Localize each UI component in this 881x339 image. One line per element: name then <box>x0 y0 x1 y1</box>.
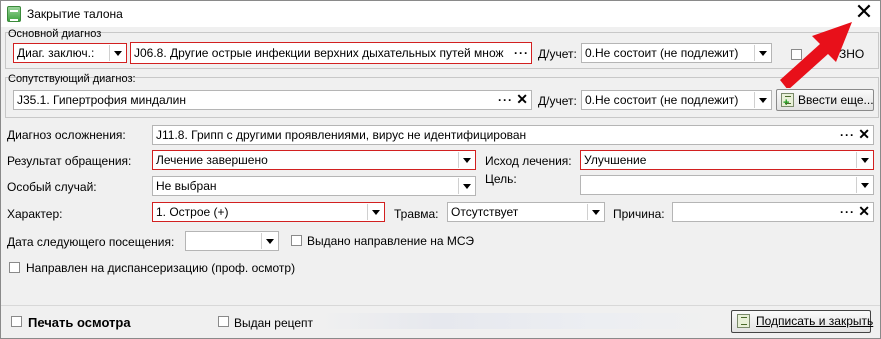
prescription-checkbox[interactable] <box>218 316 229 327</box>
close-icon: ✕ <box>854 0 874 24</box>
chevron-down-icon[interactable] <box>109 45 125 61</box>
reason-field[interactable]: ··· ✕ <box>672 202 874 222</box>
outcome-select[interactable]: Улучшение <box>580 150 874 170</box>
chevron-down-icon[interactable] <box>754 92 770 108</box>
dialog-window: Закрытие талона ✕ Основной диагноз Диаг.… <box>0 0 881 339</box>
registration-label: Д/учет: <box>538 47 577 61</box>
next-visit-date-select[interactable] <box>185 231 279 251</box>
clear-icon[interactable]: ✕ <box>858 126 870 143</box>
mse-referral-checkbox[interactable] <box>291 235 302 246</box>
diagnosis-type-select[interactable]: Диаг. заключ.: <box>13 43 127 63</box>
character-label: Характер: <box>7 207 63 221</box>
character-select[interactable]: 1. Острое (+) <box>152 202 385 222</box>
prescription-label: Выдан рецепт <box>234 316 314 330</box>
chevron-down-icon[interactable] <box>587 204 603 220</box>
lookup-dots-icon[interactable]: ··· <box>840 126 855 144</box>
goal-select[interactable] <box>580 175 874 195</box>
chevron-down-icon[interactable] <box>754 45 770 61</box>
complication-label: Диагноз осложнения: <box>7 128 126 142</box>
special-case-select[interactable]: Не выбран <box>152 176 476 196</box>
chevron-down-icon[interactable] <box>856 152 872 168</box>
title-bar: Закрытие талона ✕ <box>1 1 880 27</box>
print-exam-label: Печать осмотра <box>28 315 131 330</box>
chevron-down-icon[interactable] <box>458 152 474 168</box>
result-label: Результат обращения: <box>7 154 132 168</box>
sign-document-icon <box>737 314 750 328</box>
lookup-dots-icon[interactable]: ··· <box>498 91 513 109</box>
chevron-down-icon[interactable] <box>856 177 872 193</box>
concomitant-diagnosis-field[interactable]: J35.1. Гипертрофия миндалин ··· ✕ <box>13 90 532 110</box>
add-document-icon: + <box>781 93 794 109</box>
red-arrow-annotation <box>780 22 852 88</box>
lookup-dots-icon[interactable]: ··· <box>514 44 529 62</box>
footer-divider <box>1 305 880 306</box>
dispensary-label: Направлен на диспансеризацию (проф. осмо… <box>26 261 296 275</box>
trauma-label: Травма: <box>394 207 439 221</box>
lookup-dots-icon[interactable]: ··· <box>840 203 855 221</box>
mse-referral-label: Выдано направление на МСЭ <box>307 234 474 248</box>
chevron-down-icon[interactable] <box>367 204 383 220</box>
sign-and-close-button[interactable]: Подписать и закрыть <box>731 310 873 333</box>
clear-icon[interactable]: ✕ <box>858 203 870 220</box>
special-case-label: Особый случай: <box>7 180 97 194</box>
trauma-select[interactable]: Отсутствует <box>447 202 605 222</box>
complication-field[interactable]: J11.8. Грипп с другими проявлениями, вир… <box>152 125 874 145</box>
registration-select[interactable]: 0.Не состоит (не подлежит) <box>581 43 772 63</box>
enter-more-button[interactable]: + Ввести еще... <box>776 89 874 111</box>
primary-diagnosis-field[interactable]: J06.8. Другие острые инфекции верхних ды… <box>130 42 532 64</box>
obscured-region <box>319 313 719 329</box>
next-visit-label: Дата следующего посещения: <box>7 235 175 249</box>
goal-label: Цель: <box>485 172 517 186</box>
app-icon <box>7 6 21 22</box>
chevron-down-icon[interactable] <box>261 233 277 249</box>
chevron-down-icon[interactable] <box>458 178 474 194</box>
print-exam-checkbox[interactable] <box>11 316 22 327</box>
window-title: Закрытие талона <box>27 7 123 21</box>
clear-icon[interactable]: ✕ <box>516 91 528 108</box>
reason-label: Причина: <box>613 207 665 221</box>
registration-select[interactable]: 0.Не состоит (не подлежит) <box>581 90 772 110</box>
outcome-label: Исход лечения: <box>485 154 572 168</box>
primary-diagnosis-label: Основной диагноз <box>8 28 102 40</box>
concomitant-diagnosis-label: Сопутствующий диагноз: <box>8 73 136 85</box>
registration-label: Д/учет: <box>538 94 577 108</box>
dispensary-checkbox[interactable] <box>9 262 20 273</box>
red-arrow-shape <box>780 22 852 88</box>
result-select[interactable]: Лечение завершено <box>152 150 476 170</box>
